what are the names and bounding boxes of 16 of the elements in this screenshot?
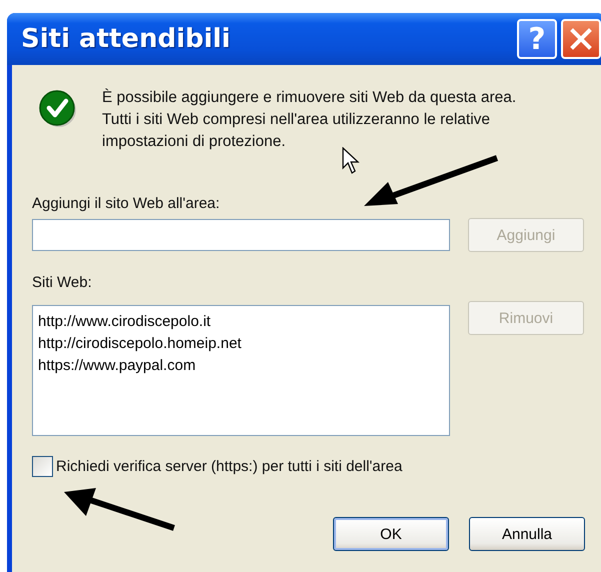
- website-input-field[interactable]: [32, 219, 450, 251]
- info-message: È possibile aggiungere e rimuovere siti Web da questa area. Tutti i siti Web compresi nell'area utilizzeranno le relative impostazioni di protezione.: [102, 88, 518, 152]
- cancel-button[interactable]: Annulla: [469, 517, 585, 551]
- list-label: Siti Web:: [32, 274, 93, 291]
- website-list-item[interactable]: http://cirodiscepolo.homeip.net: [36, 333, 446, 355]
- mouse-pointer-icon: [342, 147, 360, 175]
- ok-button[interactable]: OK: [333, 517, 449, 551]
- window-title: Siti attendibili: [21, 24, 230, 54]
- field-label: Aggiungi il sito Web all'area:: [32, 195, 221, 212]
- close-icon: [568, 26, 594, 52]
- website-list-item[interactable]: http://www.cirodiscepolo.it: [36, 311, 446, 333]
- close-button[interactable]: [561, 19, 601, 59]
- checkmark-icon: [38, 89, 78, 129]
- website-list-item[interactable]: https://www.paypal.com: [36, 355, 446, 377]
- checkbox[interactable]: [32, 456, 53, 477]
- checkbox-label[interactable]: Richiedi verifica server (https:) per tutti i siti dell'area: [56, 458, 402, 475]
